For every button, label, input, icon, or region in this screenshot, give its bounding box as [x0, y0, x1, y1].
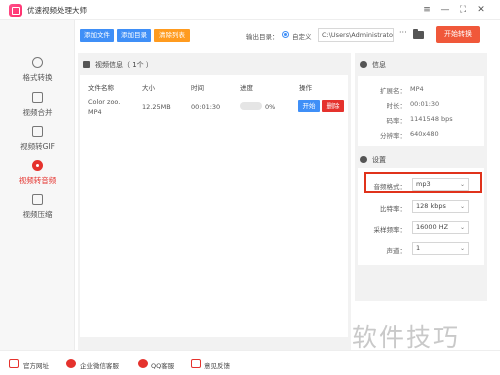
progress-text: 0% — [265, 103, 276, 111]
column-header-progress: 进度 — [240, 84, 253, 92]
info-label-resolution: 分辨率： — [380, 132, 406, 140]
file-panel-header: 视频信息（ 1个 ） — [95, 61, 153, 69]
bitrate-value: 128 kbps — [416, 202, 446, 210]
maximize-icon[interactable]: ⛶ — [456, 3, 470, 17]
title-bar: 优速视频处理大师 ≡ — ⛶ ✕ — [0, 0, 500, 20]
column-header-name: 文件名称 — [88, 84, 114, 92]
file-size: 12.25MB — [142, 103, 171, 111]
settings-header: 设置 — [372, 156, 386, 164]
output-directory-label: 输出目录： — [246, 33, 279, 41]
sidebar-item-video-merge[interactable]: 视频合并 — [0, 92, 75, 124]
info-label-extension: 扩展名： — [380, 87, 406, 95]
video-to-gif-icon — [32, 126, 43, 137]
video-merge-icon — [32, 92, 43, 103]
channel-label: 声道： — [386, 247, 407, 255]
official-site-link[interactable]: 官方网址 — [23, 360, 49, 370]
add-folder-button[interactable]: 添加目录 — [117, 29, 151, 42]
info-value-bitrate: 1141548 bps — [410, 115, 453, 123]
chevron-down-icon: ⌄ — [459, 224, 465, 231]
info-label-duration: 时长： — [386, 102, 407, 110]
channel-value: 1 — [416, 244, 421, 252]
video-to-audio-icon — [32, 160, 43, 171]
output-path-field[interactable]: C:\Users\Administrato — [318, 28, 394, 42]
custom-radio[interactable] — [282, 31, 289, 38]
info-value-duration: 00:01:30 — [410, 100, 440, 108]
clear-list-button[interactable]: 清除列表 — [154, 29, 190, 42]
info-header: 信息 — [372, 61, 386, 69]
column-header-size: 大小 — [142, 84, 155, 92]
feedback-link[interactable]: 意见反馈 — [204, 360, 230, 370]
chevron-down-icon: ⌄ — [459, 245, 465, 252]
info-value-resolution: 640x480 — [410, 130, 439, 138]
folder-icon[interactable] — [413, 29, 424, 39]
video-info-icon — [83, 61, 90, 68]
file-time: 00:01:30 — [191, 103, 221, 111]
sidebar-item-label: 视频转音频 — [18, 176, 57, 185]
bitrate-label: 比特率： — [380, 205, 406, 213]
highlight-box — [364, 172, 482, 193]
watermark: 软件技巧 — [352, 323, 461, 352]
sidebar: 格式转换 视频合并 视频转GIF 视频转音频 视频压缩 — [0, 20, 75, 350]
video-compress-icon — [32, 194, 43, 205]
sample-rate-value: 16000 HZ — [416, 223, 449, 231]
sidebar-item-video-compress[interactable]: 视频压缩 — [0, 194, 75, 226]
column-header-actions: 操作 — [299, 84, 312, 92]
qq-service-icon[interactable] — [138, 359, 148, 368]
sample-rate-label: 采样频率： — [373, 226, 407, 234]
file-name-ext: MP4 — [88, 108, 102, 116]
minimize-icon[interactable]: — — [438, 3, 452, 17]
info-value-extension: MP4 — [410, 85, 424, 93]
app-logo-icon — [9, 4, 22, 17]
chevron-down-icon: ⌄ — [459, 203, 465, 210]
sidebar-item-label: 格式转换 — [22, 73, 53, 82]
menu-icon[interactable]: ≡ — [420, 3, 434, 17]
format-convert-icon — [32, 57, 43, 68]
sidebar-item-label: 视频合并 — [22, 108, 53, 117]
file-name: Color zoo. — [88, 98, 121, 106]
progress-bar — [240, 102, 262, 110]
sidebar-item-label: 视频压缩 — [22, 210, 53, 219]
window-title: 优速视频处理大师 — [27, 6, 87, 15]
channel-select[interactable]: 1 ⌄ — [412, 242, 469, 255]
info-label-bitrate: 码率： — [386, 117, 407, 125]
feedback-icon[interactable] — [191, 359, 201, 368]
sidebar-item-label: 视频转GIF — [20, 142, 55, 151]
sample-rate-select[interactable]: 16000 HZ ⌄ — [412, 221, 469, 234]
wechat-service-icon[interactable] — [66, 359, 76, 368]
sidebar-item-video-to-audio[interactable]: 视频转音频 — [0, 160, 75, 192]
official-site-icon[interactable] — [9, 359, 19, 368]
qq-service-link[interactable]: QQ客服 — [151, 360, 174, 370]
browse-button[interactable]: ··· — [399, 28, 407, 37]
file-table — [80, 75, 348, 337]
add-file-button[interactable]: 添加文件 — [80, 29, 114, 42]
custom-radio-label: 自定义 — [292, 33, 312, 41]
column-header-time: 时间 — [191, 84, 204, 92]
sidebar-item-video-to-gif[interactable]: 视频转GIF — [0, 126, 75, 158]
start-button[interactable]: 开始 — [298, 100, 320, 112]
sidebar-item-format-convert[interactable]: 格式转换 — [0, 57, 75, 89]
start-convert-button[interactable]: 开始转换 — [436, 26, 480, 43]
wechat-service-link[interactable]: 企业微信客服 — [80, 360, 119, 370]
settings-gear-icon — [360, 156, 367, 163]
delete-button[interactable]: 删除 — [322, 100, 344, 112]
info-icon — [360, 61, 367, 68]
close-icon[interactable]: ✕ — [474, 3, 488, 17]
bitrate-select[interactable]: 128 kbps ⌄ — [412, 200, 469, 213]
